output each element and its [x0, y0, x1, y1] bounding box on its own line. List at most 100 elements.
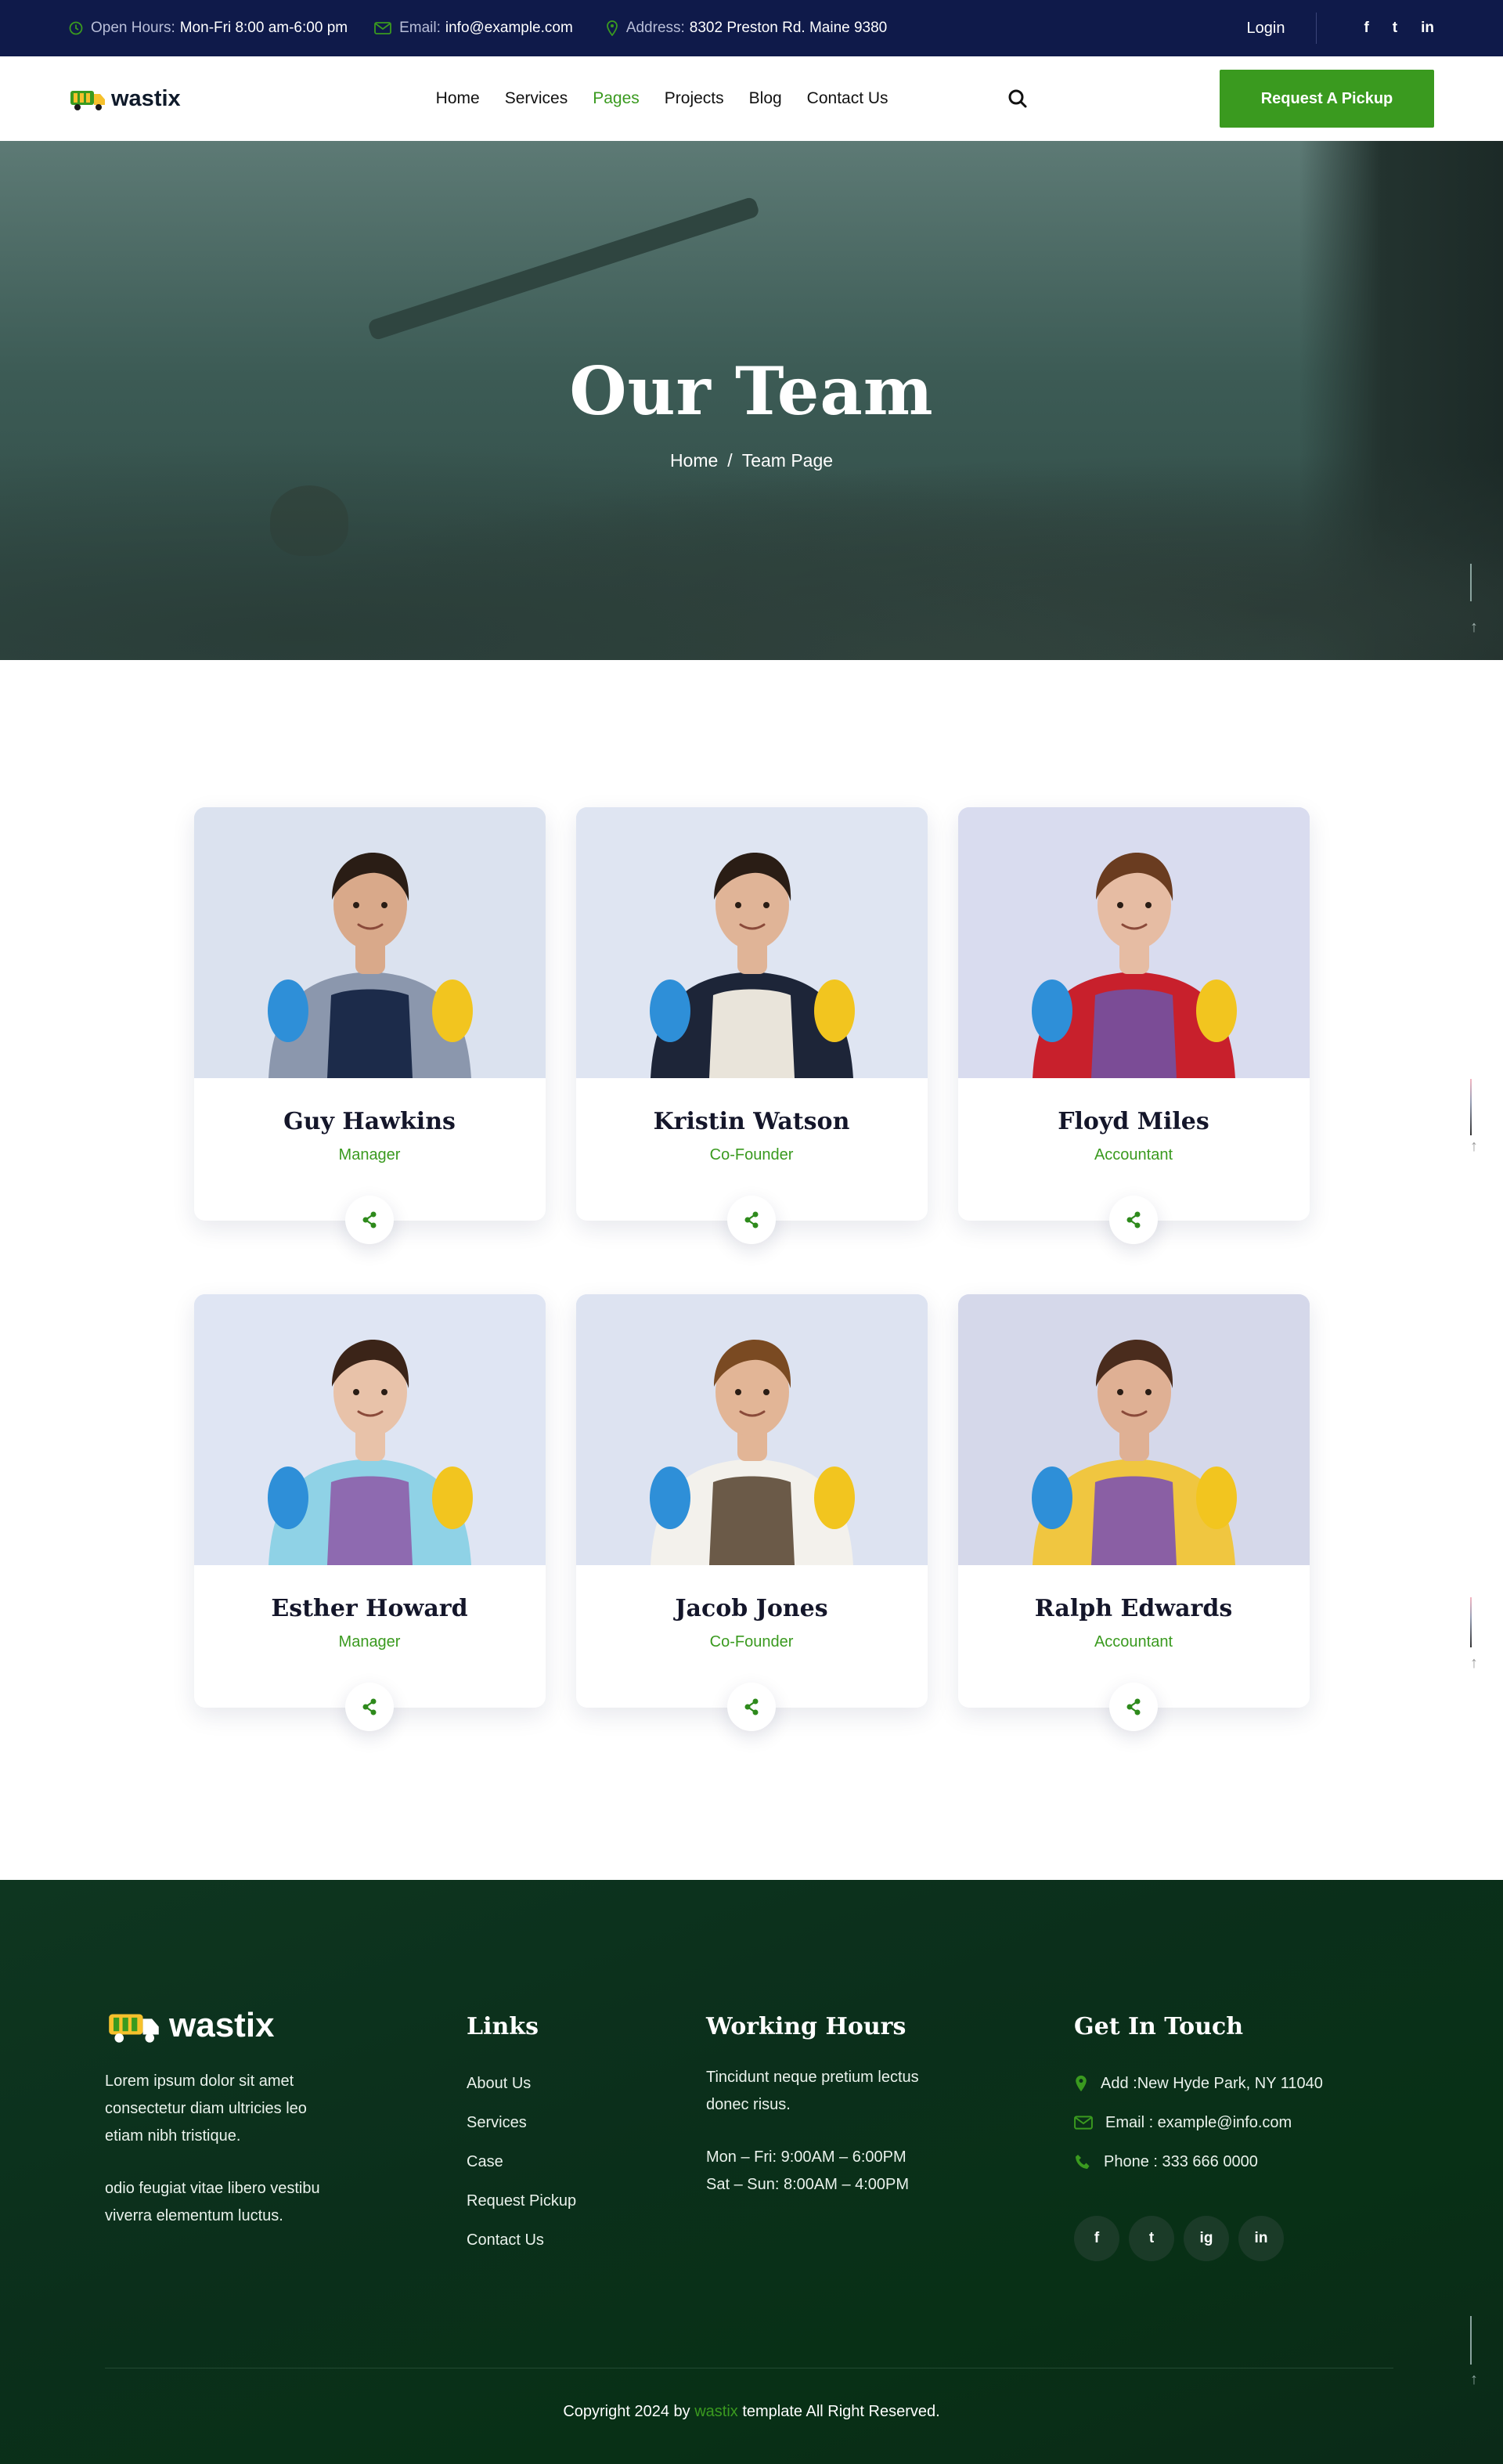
twitter-icon[interactable]: t: [1129, 2216, 1174, 2261]
nav-pages[interactable]: Pages: [593, 89, 640, 108]
footer-email: Email : example@info.com: [1074, 2103, 1323, 2142]
footer-about: wastix Lorem ipsum dolor sit amet consec…: [105, 2006, 467, 2261]
team-member-photo: [957, 807, 1310, 1078]
breadcrumb-separator: /: [727, 450, 733, 471]
nav-projects[interactable]: Projects: [665, 89, 724, 108]
scroll-indicator-line: [1470, 2316, 1472, 2365]
site-logo[interactable]: wastix: [69, 85, 181, 113]
scroll-indicator-line: [1470, 564, 1472, 601]
email-label: Email:: [399, 20, 441, 36]
address-label: Address:: [625, 20, 685, 36]
team-member-photo: [575, 807, 928, 1078]
crane-arm-decoration: [366, 196, 761, 341]
scroll-up-arrow-icon[interactable]: ↑: [1470, 2371, 1478, 2389]
share-button[interactable]: [727, 1683, 776, 1731]
team-member-name: Esther Howard: [271, 1595, 468, 1622]
open-hours-label: Open Hours:: [91, 20, 175, 36]
footer-contact-title: Get In Touch: [1074, 2013, 1244, 2040]
facebook-icon[interactable]: f: [1364, 20, 1368, 37]
request-pickup-button[interactable]: Request A Pickup: [1220, 70, 1434, 128]
share-button[interactable]: [345, 1196, 394, 1244]
team-member-photo: [957, 1294, 1310, 1565]
footer-logo[interactable]: wastix: [105, 2005, 467, 2046]
team-member-name: Ralph Edwards: [1034, 1595, 1233, 1622]
open-hours: Open Hours: Mon-Fri 8:00 am-6:00 pm: [69, 20, 348, 37]
footer-socials: f t ig in: [1074, 2216, 1323, 2261]
scroll-up-arrow-icon[interactable]: ↑: [1470, 1654, 1478, 1672]
footer-hours-title: Working Hours: [706, 2013, 906, 2040]
team-member-name: Guy Hawkins: [283, 1108, 456, 1135]
footer-link-about-us[interactable]: About Us: [467, 2064, 706, 2103]
footer-hours-desc: Tincidunt neque pretium lectus donec ris…: [706, 2069, 919, 2113]
team-card-jacob-jones: Jacob Jones Co-Founder: [575, 1294, 928, 1731]
footer-hours-weekend: Sat – Sun: 8:00AM – 4:00PM: [706, 2176, 910, 2193]
team-card-floyd-miles: Floyd Miles Accountant: [957, 807, 1310, 1244]
share-button[interactable]: [727, 1196, 776, 1244]
team-member-name: Floyd Miles: [1058, 1108, 1209, 1135]
footer-link-services[interactable]: Services: [467, 2103, 706, 2142]
share-button[interactable]: [1109, 1196, 1158, 1244]
nav-blog[interactable]: Blog: [749, 89, 782, 108]
footer-working-hours: Working Hours Tincidunt neque pretium le…: [706, 2013, 1074, 2261]
team-member-photo: [193, 1294, 546, 1565]
instagram-icon[interactable]: ig: [1184, 2216, 1229, 2261]
scroll-indicator-line: [1470, 1597, 1472, 1647]
phone-icon: [1076, 2155, 1090, 2169]
clock-icon: [69, 21, 83, 35]
site-footer: wastix Lorem ipsum dolor sit amet consec…: [0, 1880, 1503, 2464]
truck-logo-icon: [70, 91, 105, 110]
copyright-brand[interactable]: wastix: [694, 2403, 738, 2420]
footer-phone: Phone : 333 666 0000: [1074, 2142, 1323, 2181]
footer-links: Links About Us Services Case Request Pic…: [467, 2013, 706, 2261]
share-button[interactable]: [1109, 1683, 1158, 1731]
share-icon: [1126, 1698, 1141, 1715]
team-member-role: Manager: [338, 1633, 401, 1650]
footer-phone-text[interactable]: Phone : 333 666 0000: [1104, 2142, 1258, 2181]
team-member-role: Manager: [338, 1146, 401, 1163]
share-icon: [744, 1698, 759, 1715]
team-member-photo: [575, 1294, 928, 1565]
topbar-socials: f t in: [1317, 20, 1434, 37]
share-icon: [362, 1698, 377, 1715]
main-header: wastix Home Services Pages Projects Blog…: [0, 56, 1503, 141]
footer-link-case[interactable]: Case: [467, 2142, 706, 2181]
team-member-role: Accountant: [1094, 1633, 1173, 1650]
team-card-esther-howard: Esther Howard Manager: [193, 1294, 546, 1731]
login-link[interactable]: Login: [1247, 13, 1317, 44]
scroll-up-arrow-icon[interactable]: ↑: [1470, 1138, 1478, 1156]
address-info: Address: 8302 Preston Rd. Maine 9380: [606, 20, 887, 37]
team-card-kristin-watson: Kristin Watson Co-Founder: [575, 807, 928, 1244]
main-nav: Home Services Pages Projects Blog Contac…: [436, 89, 888, 108]
address-value: 8302 Preston Rd. Maine 9380: [689, 20, 888, 36]
linkedin-icon[interactable]: in: [1421, 20, 1434, 37]
nav-home[interactable]: Home: [436, 89, 480, 108]
linkedin-icon[interactable]: in: [1238, 2216, 1284, 2261]
page-hero: Our Team Home / Team Page ↑: [0, 141, 1503, 660]
footer-logo-text: wastix: [169, 2006, 275, 2044]
share-icon: [1126, 1211, 1141, 1228]
twitter-icon[interactable]: t: [1393, 20, 1397, 37]
scroll-up-arrow-icon[interactable]: ↑: [1470, 619, 1478, 637]
team-section: Guy Hawkins Manager Kristin Watson Co-Fo…: [0, 660, 1503, 1880]
email-value[interactable]: info@example.com: [445, 20, 573, 37]
footer-about-text: Lorem ipsum dolor sit amet consectetur d…: [105, 2073, 307, 2145]
footer-links-title: Links: [467, 2013, 539, 2040]
nav-contact-us[interactable]: Contact Us: [807, 89, 888, 108]
facebook-icon[interactable]: f: [1074, 2216, 1119, 2261]
copyright-post: template All Right Reserved.: [742, 2403, 940, 2420]
footer-link-request-pickup[interactable]: Request Pickup: [467, 2181, 706, 2220]
footer-about-text-2: odio feugiat vitae libero vestibu viverr…: [105, 2180, 320, 2224]
footer-email-text[interactable]: Email : example@info.com: [1105, 2103, 1292, 2142]
nav-services[interactable]: Services: [505, 89, 568, 108]
mail-icon: [1074, 2116, 1093, 2130]
team-grid: Guy Hawkins Manager Kristin Watson Co-Fo…: [0, 807, 1503, 1731]
search-icon[interactable]: [1007, 88, 1028, 109]
footer-link-contact-us[interactable]: Contact Us: [467, 2220, 706, 2260]
footer-hours-weekdays: Mon – Fri: 9:00AM – 6:00PM: [706, 2148, 906, 2166]
email-info: Email: info@example.com: [374, 20, 573, 37]
team-member-name: Kristin Watson: [653, 1108, 850, 1135]
location-pin-icon: [1076, 2075, 1087, 2092]
share-button[interactable]: [345, 1683, 394, 1731]
hero-content: Our Team Home / Team Page: [0, 352, 1503, 471]
breadcrumb-home[interactable]: Home: [670, 450, 718, 471]
